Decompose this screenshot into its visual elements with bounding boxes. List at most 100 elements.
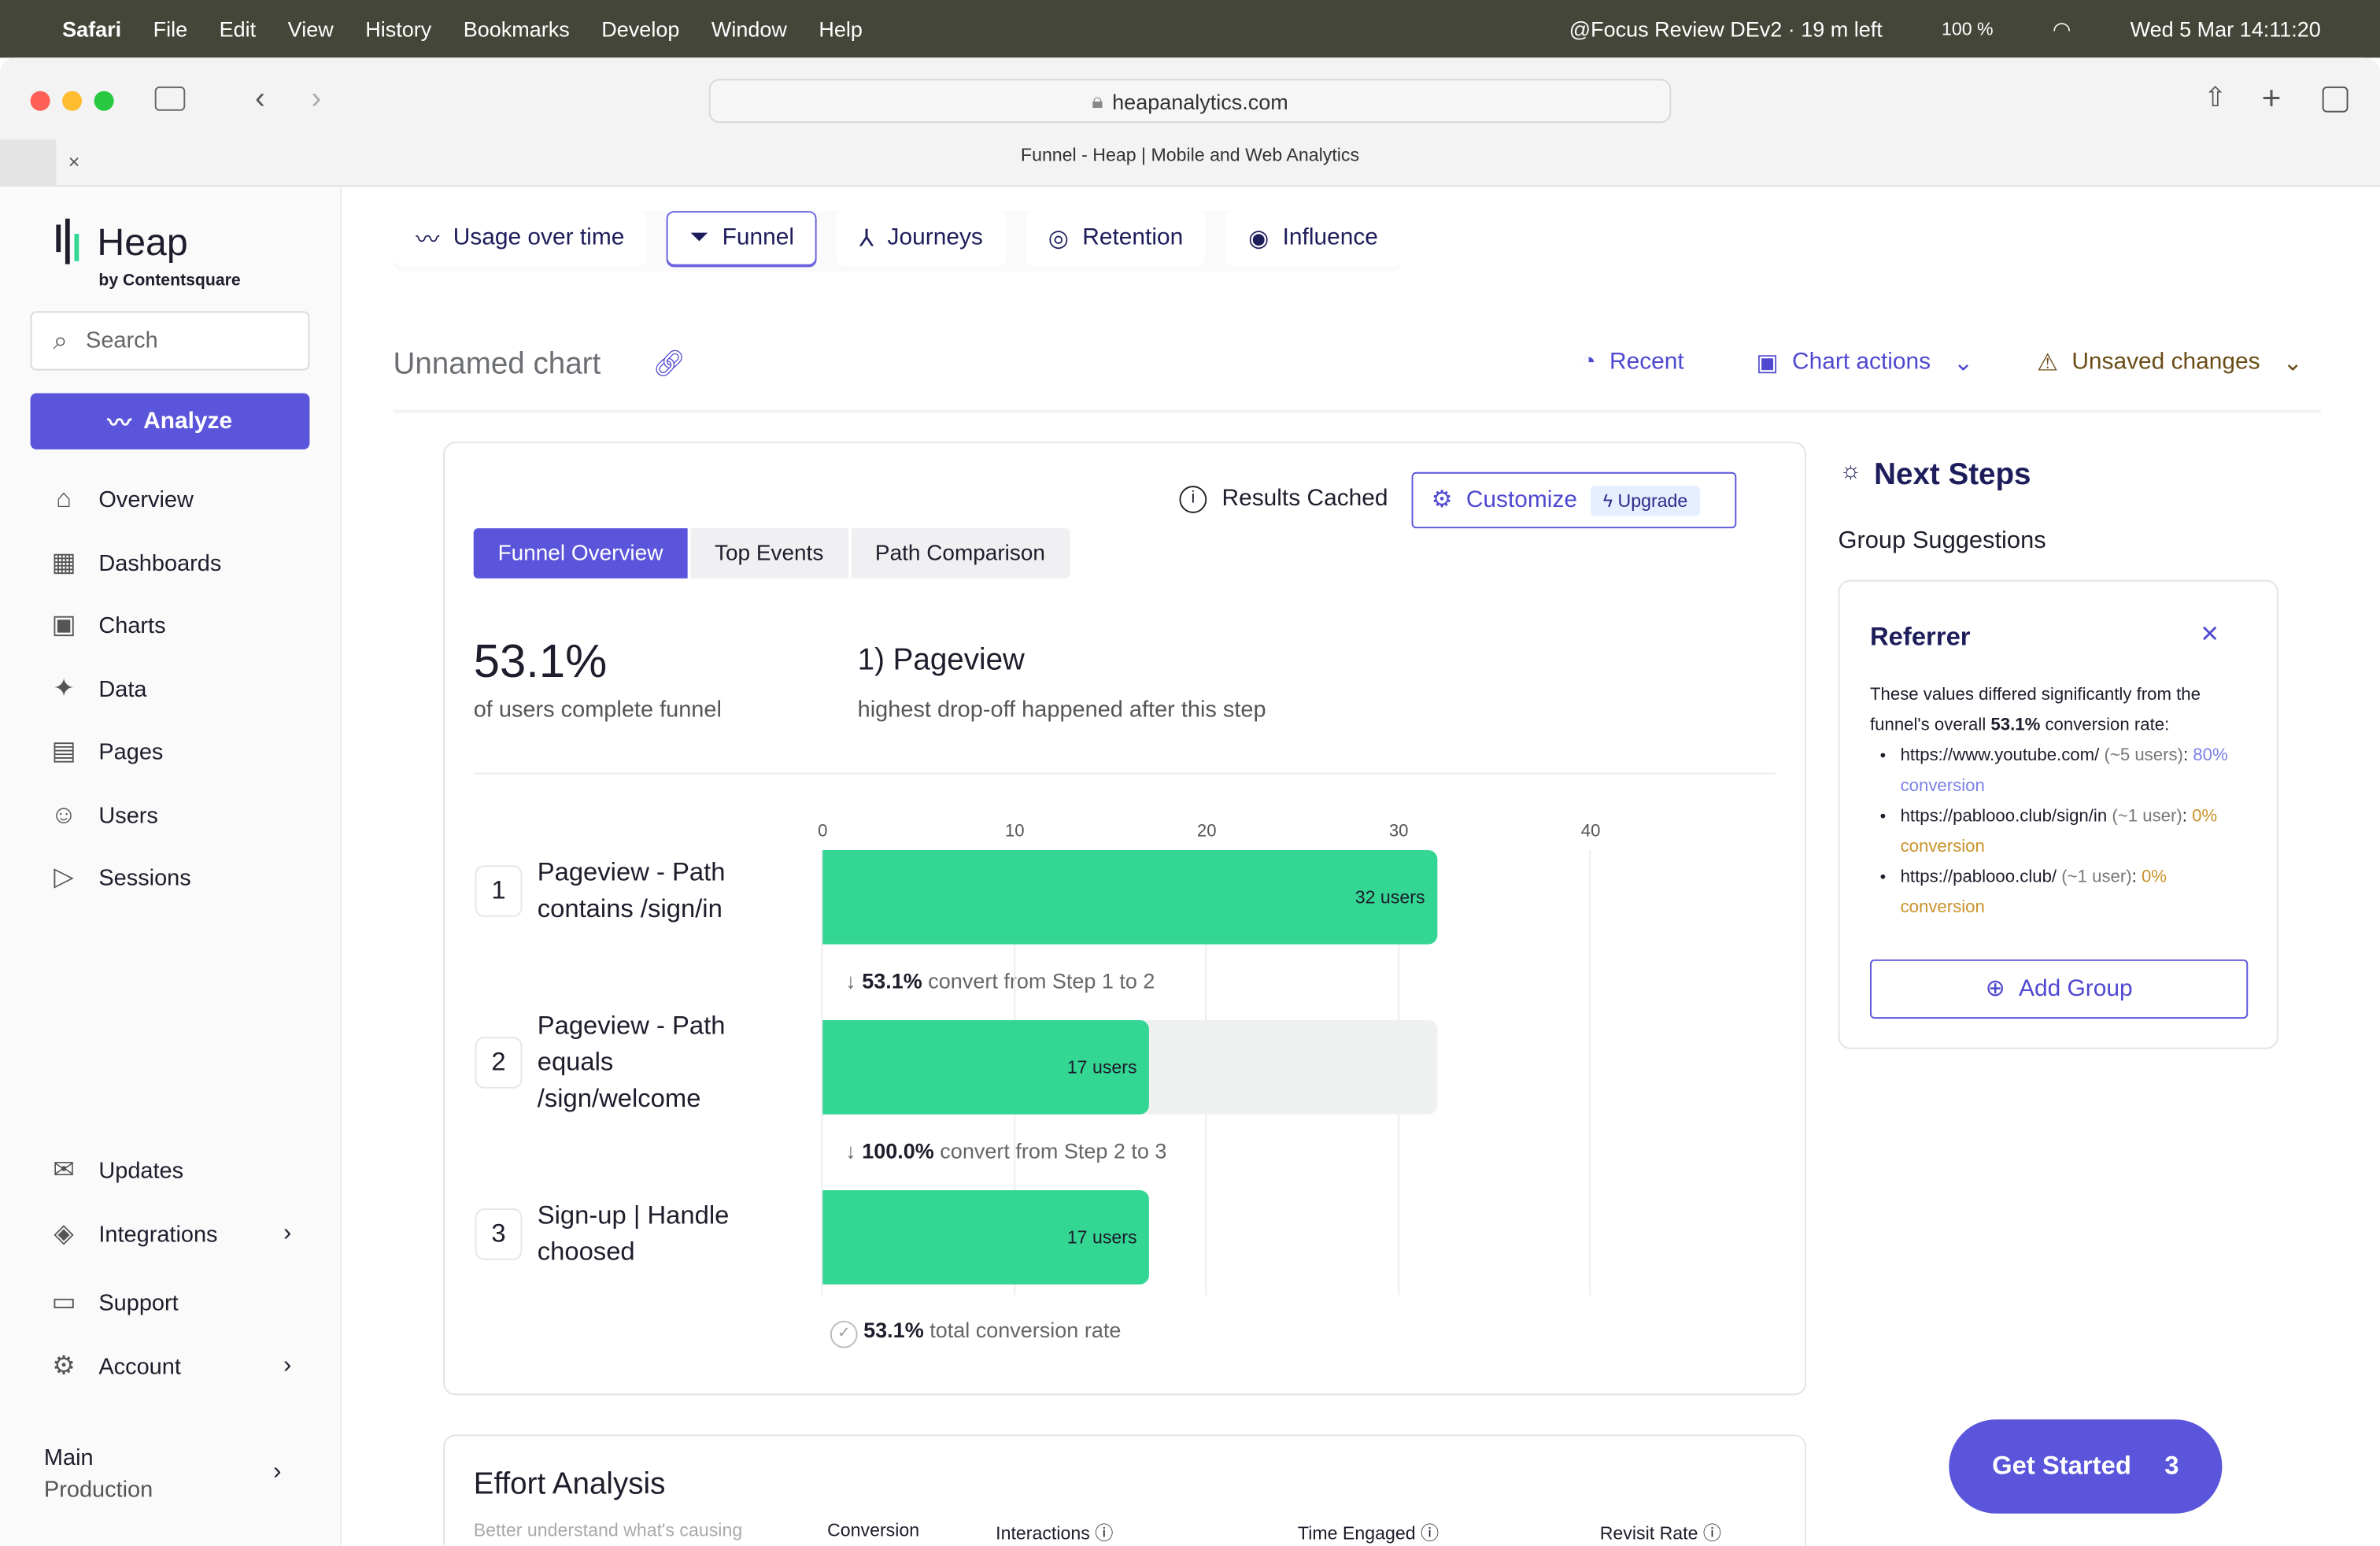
arrow-down-icon: ↓ (845, 1138, 863, 1163)
subtab-funnel-overview[interactable]: Funnel Overview (473, 528, 688, 579)
effort-subtitle: Better understand what's causing (473, 1519, 743, 1541)
env-sub[interactable]: Production (44, 1477, 153, 1503)
menu-window[interactable]: Window (711, 17, 787, 41)
chart-actions-button[interactable]: ▣ Chart actions ⌄ (1756, 350, 1973, 379)
sidebar-item-account[interactable]: ⚙︎ Account › (49, 1351, 292, 1381)
analyze-button[interactable]: 〰 Analyze (30, 393, 310, 449)
results-cached[interactable]: i Results Cached (1179, 486, 1388, 513)
upgrade-badge[interactable]: ϟ Upgrade (1591, 485, 1700, 516)
menu-help[interactable]: Help (819, 17, 863, 41)
tab-retention[interactable]: ◎ Retention (1025, 211, 1207, 266)
menu-file[interactable]: File (153, 17, 188, 41)
sidebar-item-support[interactable]: ▭ Support (49, 1287, 292, 1318)
get-started-button[interactable]: Get Started 3 (1949, 1419, 2223, 1514)
add-group-button[interactable]: ⊕ Add Group (1869, 959, 2249, 1019)
menu-develop[interactable]: Develop (601, 17, 679, 41)
step-number: 3 (475, 1208, 523, 1260)
group-suggestions-title: Group Suggestions (1838, 528, 2046, 554)
col-interactions[interactable]: Interactions ⓘ (996, 1519, 1113, 1545)
subtab-top-events[interactable]: Top Events (690, 528, 848, 579)
tab-funnel[interactable]: ⏷ Funnel (667, 211, 817, 266)
wifi-icon[interactable]: ◠ (2053, 16, 2071, 42)
sidebar-item-data[interactable]: ✦ Data (49, 674, 146, 705)
new-tab-icon[interactable]: + (2262, 79, 2282, 118)
tabs-overview-icon[interactable] (2322, 86, 2349, 113)
dropoff-label: highest drop-off happened after this ste… (857, 697, 1266, 723)
subtab-path-comparison[interactable]: Path Comparison (851, 528, 1070, 579)
referrer-users: (~5 users) (2104, 746, 2183, 765)
unsaved-changes-button[interactable]: ⚠︎ Unsaved changes ⌄ (2037, 350, 2302, 379)
env-name[interactable]: Main (44, 1445, 94, 1471)
col-time-engaged[interactable]: Time Engaged ⓘ (1298, 1519, 1439, 1545)
info-icon[interactable]: ⓘ (1421, 1522, 1439, 1544)
menu-history[interactable]: History (365, 17, 431, 41)
tab-label: Journeys (887, 224, 983, 251)
grid-icon: ▦ (51, 548, 76, 577)
customize-button[interactable]: ⚙︎ Customize ϟ Upgrade (1411, 472, 1737, 529)
subtab-label: Path Comparison (874, 541, 1045, 566)
brand-name[interactable]: Heap (97, 222, 187, 266)
menu-safari[interactable]: Safari (62, 17, 121, 41)
info-icon[interactable]: ⓘ (1095, 1522, 1113, 1544)
sidebar-item-users[interactable]: ☺ Users (49, 800, 158, 830)
bar-value-label: 17 users (1066, 1226, 1137, 1248)
sidebar-item-charts[interactable]: ▣ Charts (49, 610, 166, 641)
sidebar-item-label: Overview (98, 486, 194, 512)
forward-icon[interactable]: › (311, 82, 321, 117)
referrer-item[interactable]: https://pablooo.club/sign/in (~1 user): … (1901, 801, 2250, 862)
plus-circle-icon: ⊕ (1985, 976, 2005, 1002)
link-icon[interactable]: 🔗︎ (652, 350, 686, 380)
step-number: 1 (475, 865, 523, 917)
step-label[interactable]: Pageview - Path contains /sign/in (538, 855, 781, 928)
sidebar-item-updates[interactable]: ✉ Updates (49, 1156, 292, 1186)
back-icon[interactable]: ‹ (255, 82, 265, 117)
menu-view[interactable]: View (288, 17, 334, 41)
users-icon: ☺ (50, 800, 77, 829)
share-icon[interactable]: ⇧ (2204, 82, 2227, 113)
col-revisit-rate[interactable]: Revisit Rate ⓘ (1600, 1519, 1721, 1545)
sidebar-item-pages[interactable]: ▤ Pages (49, 736, 164, 767)
focus-status[interactable]: @Focus Review DEv2 · 19 m left (1569, 17, 1883, 41)
sidebar-item-dashboards[interactable]: ▦ Dashboards (49, 548, 222, 579)
address-bar[interactable]: 🔒︎ heapanalytics.com (708, 79, 1672, 124)
step-label[interactable]: Sign-up | Handle choosed (538, 1198, 758, 1271)
active-tab[interactable]: Funnel - Heap | Mobile and Web Analytics (0, 144, 2380, 165)
retention-icon: ◎ (1048, 225, 1069, 252)
referrer-url: https://www.youtube.com/ (1900, 746, 2100, 765)
tab-usage-over-time[interactable]: 〰 Usage over time (393, 211, 648, 266)
clock[interactable]: Wed 5 Mar 14:11:20 (2131, 17, 2321, 41)
recent-button[interactable]: ◔ Recent (1582, 350, 1684, 377)
tab-journeys[interactable]: ⅄ Journeys (837, 211, 1006, 266)
minimize-window-button[interactable] (62, 91, 83, 111)
tab-label: Influence (1282, 224, 1378, 251)
close-window-button[interactable] (30, 91, 50, 111)
chevron-down-icon: ⌄ (2282, 350, 2303, 377)
referrer-item[interactable]: https://pablooo.club/ (~1 user): 0% conv… (1901, 862, 2250, 923)
sidebar-item-overview[interactable]: ⌂ Overview (49, 484, 194, 515)
col-conversion[interactable]: Conversion (827, 1519, 919, 1540)
gear-icon: ⚙︎ (52, 1351, 76, 1381)
maximize-window-button[interactable] (94, 91, 114, 111)
sidebar-item-sessions[interactable]: ▷ Sessions (49, 862, 191, 893)
info-icon[interactable]: ⓘ (1703, 1522, 1721, 1544)
header-divider (393, 409, 2321, 415)
menu-edit[interactable]: Edit (220, 17, 257, 41)
chevron-down-icon: ⌄ (1953, 350, 1974, 377)
layers-icon: ◈ (54, 1219, 74, 1248)
tab-influence[interactable]: ◉ Influence (1225, 211, 1401, 266)
sidebar-item-integrations[interactable]: ◈ Integrations › (49, 1219, 292, 1250)
step-label[interactable]: Pageview - Path equals /sign/welcome (538, 1008, 750, 1118)
conversion-2-3: ↓ 100.0% convert from Step 2 to 3 (845, 1138, 1166, 1163)
chart-title[interactable]: Unnamed chart (393, 348, 601, 383)
subtab-label: Top Events (714, 541, 824, 566)
menu-bookmarks[interactable]: Bookmarks (464, 17, 570, 41)
referrer-item[interactable]: https://www.youtube.com/ (~5 users): 80%… (1901, 741, 2250, 801)
tick-label: 40 (1580, 823, 1601, 841)
close-icon[interactable]: × (2201, 618, 2219, 653)
search-input[interactable]: ⌕ Search (30, 311, 310, 371)
search-icon: ⌕ (53, 325, 68, 355)
battery-status[interactable]: 100 % (1942, 18, 1994, 39)
sidebar-toggle-icon[interactable] (154, 86, 186, 111)
warning-icon: ⚠︎ (2037, 350, 2058, 377)
chevron-right-icon[interactable]: › (273, 1459, 281, 1486)
